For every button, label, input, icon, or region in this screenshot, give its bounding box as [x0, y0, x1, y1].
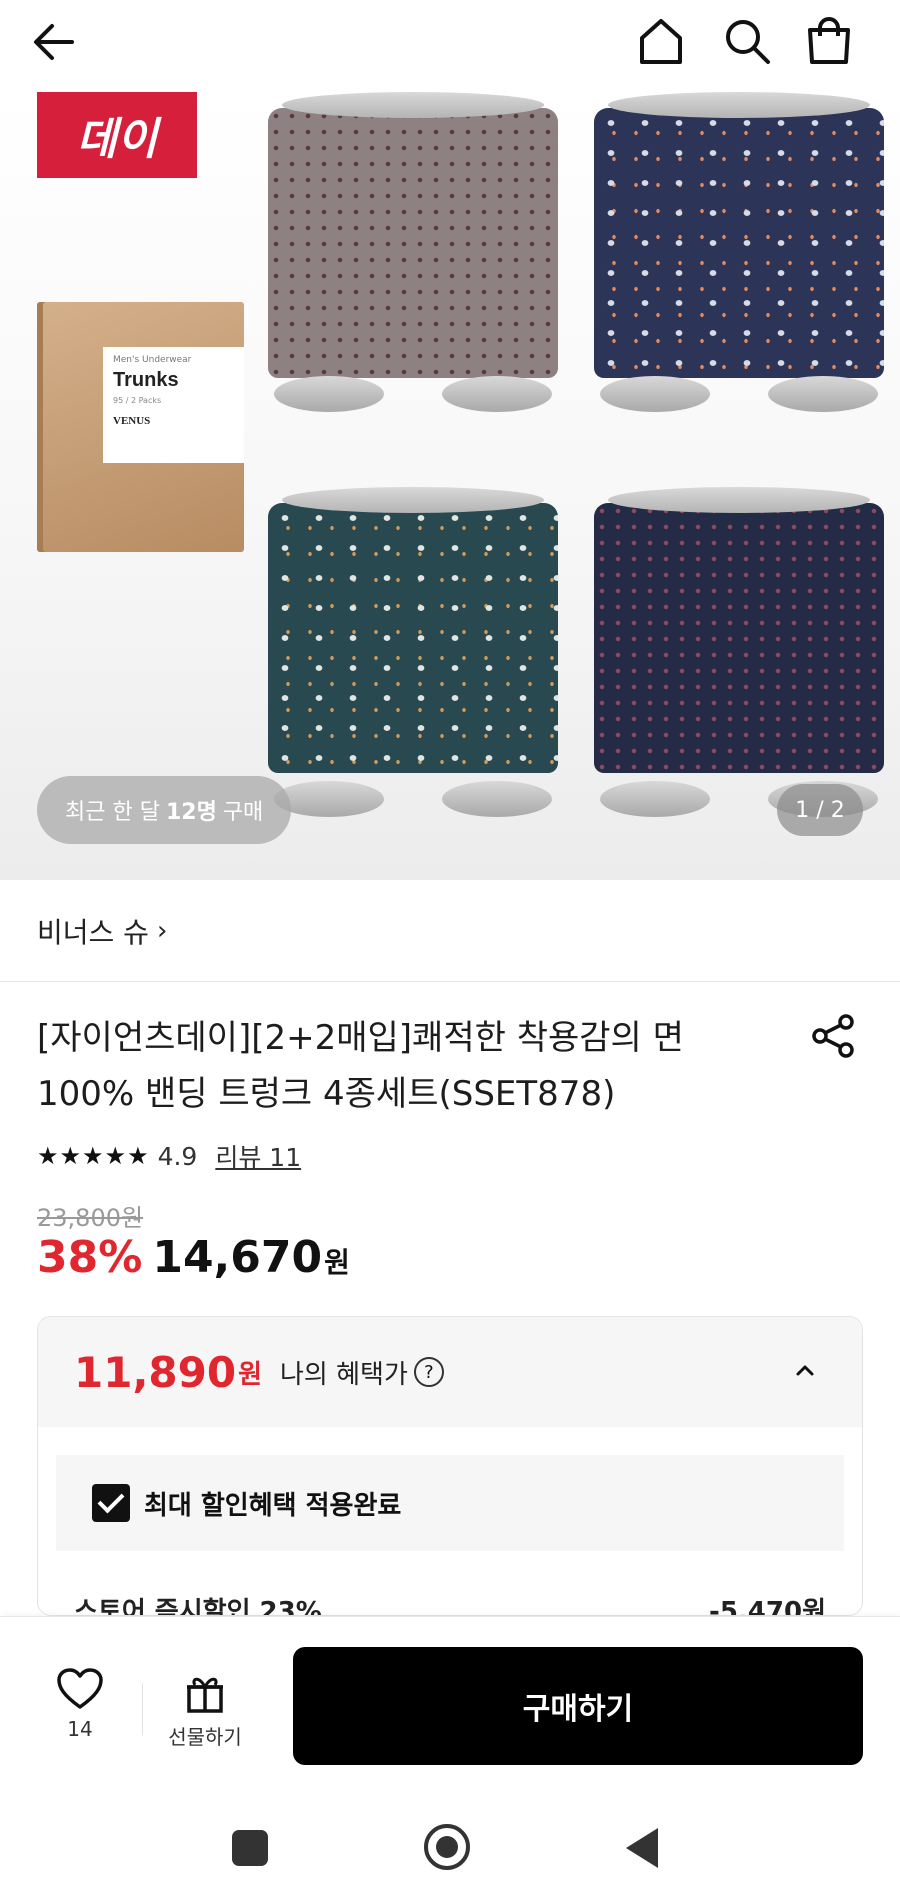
- rating-row: ★★★★★ 4.9 리뷰 11: [37, 1138, 301, 1174]
- gift-label: 선물하기: [168, 1725, 242, 1749]
- trunk-image-2: [594, 92, 884, 412]
- share-icon[interactable]: [808, 1010, 860, 1062]
- product-box-image: Men's Underwear Trunks 95 / 2 Packs VENU…: [37, 302, 244, 552]
- gift-icon: [187, 1677, 223, 1713]
- recent-purchase-badge: 최근 한 달 12명 구매: [37, 776, 292, 844]
- discount-rate: 38%: [37, 1232, 143, 1283]
- brand-logo-badge: 데이: [37, 92, 197, 178]
- gift-button[interactable]: 선물하기: [160, 1671, 250, 1761]
- home-icon[interactable]: [630, 10, 692, 72]
- trunk-image-4: [594, 487, 884, 817]
- recent-apps-icon[interactable]: [232, 1830, 268, 1866]
- benefit-price-panel: 11,890 원 나의 혜택가 ? 최대 할인혜택 적용완료 스토어 즉시할인 …: [37, 1316, 863, 1616]
- buy-button[interactable]: 구매하기: [293, 1647, 863, 1765]
- store-discount-label: 스토어 즉시할인 23%: [74, 1597, 322, 1616]
- product-image-carousel[interactable]: 데이 Men's Underwear Trunks 95 / 2 Packs V…: [0, 92, 900, 880]
- shopping-bag-icon[interactable]: [798, 10, 860, 72]
- rating-score: 4.9: [157, 1141, 198, 1171]
- sale-price-row: 38% 14,670 원: [37, 1232, 350, 1292]
- store-discount-value: -5,470원: [709, 1597, 826, 1616]
- store-link[interactable]: 비너스 슈 ›: [0, 880, 900, 982]
- box-label-line1: Men's Underwear: [113, 355, 192, 365]
- purchase-prefix: 최근 한 달: [65, 800, 160, 825]
- box-label: Men's Underwear Trunks 95 / 2 Packs VENU…: [103, 347, 244, 463]
- back-arrow-icon[interactable]: [28, 14, 84, 70]
- purchase-suffix: 구매: [222, 800, 264, 825]
- search-icon[interactable]: [716, 10, 778, 72]
- original-price: 23,800원: [37, 1204, 144, 1232]
- product-title: [자이언츠데이][2+2매입]쾌적한 착용감의 면 100% 밴딩 트렁크 4종…: [37, 1018, 684, 1114]
- max-discount-applied-row: 최대 할인혜택 적용완료: [56, 1455, 844, 1551]
- benefit-label: 나의 혜택가: [280, 1359, 408, 1390]
- store-discount-row: 스토어 즉시할인 23% -5,470원: [74, 1591, 826, 1616]
- help-icon[interactable]: ?: [413, 1357, 444, 1387]
- like-button[interactable]: 14: [40, 1667, 120, 1757]
- benefit-header[interactable]: 11,890 원 나의 혜택가 ?: [38, 1317, 862, 1427]
- max-discount-applied-label: 최대 할인혜택 적용완료: [144, 1490, 402, 1521]
- chevron-right-icon: ›: [156, 915, 168, 946]
- box-label-line2: Trunks: [113, 369, 179, 391]
- trunk-image-1: [268, 92, 558, 412]
- store-name: 비너스 슈: [37, 915, 149, 949]
- chevron-up-icon[interactable]: [790, 1355, 820, 1385]
- reviews-link[interactable]: 리뷰 11: [215, 1138, 301, 1174]
- system-navigation-bar: [0, 1780, 900, 1902]
- star-rating-icon: ★★★★★: [37, 1142, 150, 1170]
- purchase-count: 12명: [165, 800, 217, 825]
- heart-icon: [57, 1668, 103, 1709]
- box-label-line4: VENUS: [113, 415, 151, 427]
- benefit-price-currency: 원: [238, 1359, 262, 1390]
- box-label-line3: 95 / 2 Packs: [113, 396, 162, 405]
- image-page-indicator: 1 / 2: [777, 784, 863, 836]
- trunk-image-3: [268, 487, 558, 817]
- like-count: 14: [67, 1717, 93, 1741]
- bottom-action-bar: 14 선물하기 구매하기: [0, 1616, 900, 1780]
- sale-price-currency: 원: [324, 1246, 350, 1279]
- top-bar: [0, 0, 900, 92]
- benefit-price: 11,890: [74, 1347, 237, 1397]
- checkbox-checked-icon[interactable]: [92, 1484, 130, 1522]
- back-triangle-icon[interactable]: [626, 1828, 658, 1868]
- sale-price: 14,670: [152, 1232, 323, 1283]
- home-button-icon[interactable]: [424, 1824, 470, 1870]
- divider: [142, 1683, 143, 1735]
